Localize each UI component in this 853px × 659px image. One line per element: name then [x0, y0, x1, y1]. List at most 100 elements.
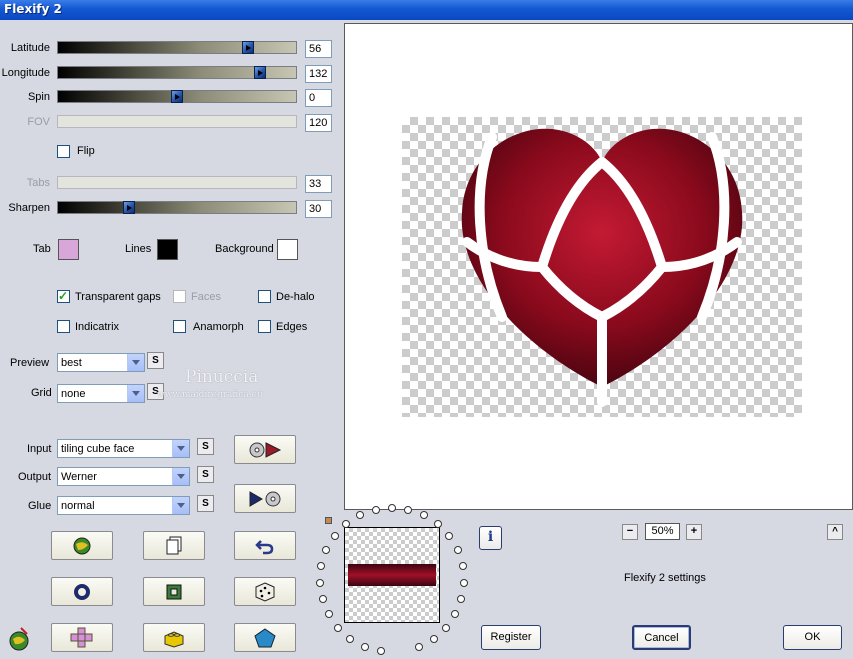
lego-cube-icon — [164, 630, 184, 648]
randomize-button[interactable] — [51, 531, 113, 560]
play-forward-button[interactable] — [234, 435, 296, 464]
cancel-button[interactable]: Cancel — [632, 625, 691, 650]
latitude-slider[interactable] — [57, 41, 297, 54]
sharpen-slider[interactable] — [57, 201, 297, 214]
window-title: Flexify 2 — [4, 2, 62, 16]
longitude-value-field[interactable]: 132 — [305, 65, 332, 83]
orbit-dot[interactable] — [334, 623, 343, 632]
orbit-dot[interactable] — [318, 594, 327, 603]
cross-button[interactable] — [51, 623, 113, 652]
orbit-dot[interactable] — [371, 505, 380, 514]
orbit-dot[interactable] — [404, 505, 413, 514]
input-select-label: Input — [27, 443, 52, 455]
orbit-dot[interactable] — [415, 642, 424, 651]
ring-button[interactable] — [51, 577, 113, 606]
orbit-dot[interactable] — [429, 634, 438, 643]
random-seed-button[interactable] — [234, 577, 296, 606]
indicatrix-label: Indicatrix — [75, 321, 120, 333]
spin-value-field[interactable]: 0 — [305, 89, 332, 107]
orbit-dot[interactable] — [458, 562, 467, 571]
thumbnail-strip — [348, 564, 436, 586]
orbit-dot[interactable] — [451, 610, 460, 619]
latitude-value-field[interactable]: 56 — [305, 40, 332, 58]
navigator-corner-handle[interactable] — [325, 517, 332, 524]
orbit-dot[interactable] — [360, 642, 369, 651]
output-select[interactable]: Werner — [57, 467, 190, 486]
fov-value-field[interactable]: 120 — [305, 114, 332, 132]
flexify-logo — [7, 626, 33, 655]
tabs-value-field[interactable]: 33 — [305, 175, 332, 193]
orbit-dot[interactable] — [441, 623, 450, 632]
faces-label: Faces — [191, 291, 221, 303]
orbit-dot[interactable] — [453, 546, 462, 555]
register-button[interactable]: Register — [481, 625, 541, 650]
transparent-gaps-checkbox[interactable]: ✓ — [57, 289, 70, 303]
de-halo-checkbox[interactable] — [258, 290, 271, 303]
zoom-level: 50% — [645, 523, 680, 540]
preview-s-button[interactable]: S — [147, 352, 164, 369]
longitude-slider[interactable] — [57, 66, 297, 79]
zoom-in-button[interactable]: + — [686, 524, 702, 540]
info-button[interactable]: i — [479, 526, 502, 550]
faces-checkbox[interactable] — [173, 290, 186, 303]
chevron-down-icon — [172, 468, 189, 485]
lines-color-label: Lines — [125, 243, 152, 255]
flip-checkbox[interactable] — [57, 145, 70, 158]
orbit-dot[interactable] — [459, 578, 468, 587]
frame-button[interactable] — [143, 577, 205, 606]
grid-select-label: Grid — [31, 387, 52, 399]
preview-canvas[interactable] — [344, 23, 853, 510]
output-s-button[interactable]: S — [197, 466, 214, 483]
dice-icon — [255, 581, 275, 602]
logo-icon — [9, 627, 29, 651]
play-backward-button[interactable] — [234, 484, 296, 513]
fov-slider[interactable] — [57, 115, 297, 128]
glue-select[interactable]: normal — [57, 496, 190, 515]
orbit-dot[interactable] — [356, 511, 365, 520]
anamorph-checkbox[interactable] — [173, 320, 186, 333]
glue-s-button[interactable]: S — [197, 495, 214, 512]
background-color-swatch[interactable] — [277, 239, 298, 260]
sharpen-value-field[interactable]: 30 — [305, 200, 332, 218]
ok-button[interactable]: OK — [783, 625, 842, 650]
title-bar: Flexify 2 — [0, 0, 853, 20]
input-s-button[interactable]: S — [197, 438, 214, 455]
tabs-label: Tabs — [26, 177, 50, 189]
frame-icon — [166, 584, 182, 599]
indicatrix-checkbox[interactable] — [57, 320, 70, 333]
spin-slider-thumb[interactable] — [171, 90, 183, 103]
sharpen-slider-thumb[interactable] — [123, 201, 136, 214]
cube-button[interactable] — [143, 623, 205, 652]
lines-color-swatch[interactable] — [157, 239, 178, 260]
tab-color-swatch[interactable] — [58, 239, 79, 260]
orbit-dot[interactable] — [457, 594, 466, 603]
orbit-dot[interactable] — [445, 532, 454, 541]
undo-button[interactable] — [234, 531, 296, 560]
orbit-dot[interactable] — [330, 532, 339, 541]
tabs-slider[interactable] — [57, 176, 297, 189]
anamorph-label: Anamorph — [193, 321, 244, 333]
polyhedron-button[interactable] — [234, 623, 296, 652]
latitude-slider-thumb[interactable] — [242, 41, 255, 54]
orbit-dot[interactable] — [433, 520, 442, 529]
orbit-dot[interactable] — [346, 634, 355, 643]
navigator-thumbnail[interactable] — [344, 527, 440, 623]
orbit-dot[interactable] — [322, 546, 331, 555]
copy-button[interactable] — [143, 531, 205, 560]
edges-checkbox[interactable] — [258, 320, 271, 333]
orbit-dot[interactable] — [419, 511, 428, 520]
heart-preview-image — [461, 128, 743, 407]
grid-select[interactable]: none — [57, 384, 145, 403]
orbit-dot[interactable] — [388, 504, 396, 512]
spin-slider[interactable] — [57, 90, 297, 103]
input-select[interactable]: tiling cube face — [57, 439, 190, 458]
orbit-dot[interactable] — [316, 578, 325, 587]
preview-select[interactable]: best — [57, 353, 145, 372]
orbit-dot[interactable] — [317, 562, 326, 571]
orbit-dot[interactable] — [376, 647, 385, 656]
zoom-out-button[interactable]: − — [622, 524, 638, 540]
glue-select-label: Glue — [28, 500, 52, 512]
longitude-slider-thumb[interactable] — [254, 66, 267, 79]
collapse-button[interactable]: ^ — [827, 524, 843, 540]
orbit-dot[interactable] — [324, 610, 333, 619]
